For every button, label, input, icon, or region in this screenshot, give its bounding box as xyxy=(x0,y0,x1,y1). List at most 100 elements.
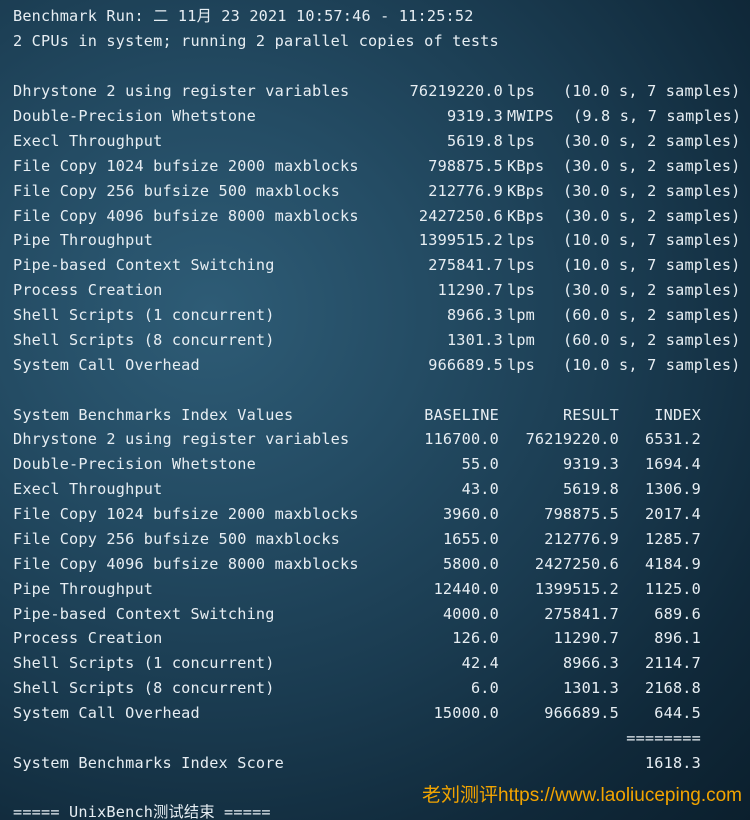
baseline-value: 126.0 xyxy=(452,629,499,647)
test-unit: lps xyxy=(507,256,536,274)
result-row: System Call Overhead 966689.5 lps (10.0 … xyxy=(13,353,740,377)
baseline-value: 42.4 xyxy=(461,654,499,672)
test-name: Shell Scripts (8 concurrent) xyxy=(13,331,275,349)
result-row: Dhrystone 2 using register variables 762… xyxy=(13,79,740,103)
index-score-label: System Benchmarks Index Score xyxy=(13,754,284,772)
index-test-name: Dhrystone 2 using register variables xyxy=(13,430,350,448)
test-detail: (60.0 s, 2 samples) xyxy=(563,306,741,324)
result-column-header: RESULT xyxy=(562,406,619,424)
index-row: Shell Scripts (1 concurrent) 42.4 8966.3… xyxy=(13,651,701,675)
index-test-name: Shell Scripts (1 concurrent) xyxy=(13,654,275,672)
baseline-value: 116700.0 xyxy=(424,430,499,448)
test-detail: (10.0 s, 7 samples) xyxy=(563,356,741,374)
index-row: System Call Overhead 15000.0 966689.5 64… xyxy=(13,701,701,725)
index-test-name: Pipe-based Context Switching xyxy=(13,605,275,623)
test-value: 212776.9 xyxy=(428,182,503,200)
result-value: 11290.7 xyxy=(553,629,619,647)
result-row: File Copy 256 bufsize 500 maxblocks 2127… xyxy=(13,179,740,203)
index-row: Shell Scripts (8 concurrent) 6.0 1301.3 … xyxy=(13,676,701,700)
baseline-value: 5800.0 xyxy=(442,555,499,573)
baseline-value: 15000.0 xyxy=(433,704,499,722)
test-value: 1301.3 xyxy=(446,331,503,349)
baseline-value: 6.0 xyxy=(470,679,499,697)
test-name: Shell Scripts (1 concurrent) xyxy=(13,306,275,324)
index-row: Double-Precision Whetstone 55.0 9319.3 1… xyxy=(13,452,701,476)
index-value: 1285.7 xyxy=(644,530,701,548)
index-value: 2168.8 xyxy=(644,679,701,697)
result-row: Shell Scripts (1 concurrent) 8966.3 lpm … xyxy=(13,303,740,327)
result-row: Pipe-based Context Switching 275841.7 lp… xyxy=(13,253,740,277)
index-row: Execl Throughput 43.0 5619.8 1306.9 xyxy=(13,477,701,501)
test-unit: KBps xyxy=(507,157,545,175)
test-value: 2427250.6 xyxy=(418,207,503,225)
test-unit: KBps xyxy=(507,182,545,200)
test-name: Pipe-based Context Switching xyxy=(13,256,275,274)
footer-line: ===== UnixBench测试结束 ===== xyxy=(13,803,271,820)
index-row: Pipe Throughput 12440.0 1399515.2 1125.0 xyxy=(13,577,701,601)
test-value: 11290.7 xyxy=(437,281,503,299)
result-value: 212776.9 xyxy=(544,530,619,548)
test-detail: (30.0 s, 2 samples) xyxy=(563,132,741,150)
index-row: File Copy 4096 bufsize 8000 maxblocks 58… xyxy=(13,552,701,576)
baseline-column-header: BASELINE xyxy=(424,406,499,424)
test-detail: (10.0 s, 7 samples) xyxy=(563,231,741,249)
result-value: 966689.5 xyxy=(544,704,619,722)
index-value: 2114.7 xyxy=(644,654,701,672)
baseline-value: 43.0 xyxy=(461,480,499,498)
benchmark-run-line: Benchmark Run: 二 11月 23 2021 10:57:46 - … xyxy=(13,7,474,25)
test-detail: (30.0 s, 2 samples) xyxy=(563,207,741,225)
index-row: File Copy 1024 bufsize 2000 maxblocks 39… xyxy=(13,502,701,526)
index-value: 1125.0 xyxy=(644,580,701,598)
test-name: Dhrystone 2 using register variables xyxy=(13,82,350,100)
baseline-value: 4000.0 xyxy=(442,605,499,623)
test-detail: (30.0 s, 2 samples) xyxy=(563,182,741,200)
result-value: 76219220.0 xyxy=(525,430,619,448)
result-row: Shell Scripts (8 concurrent) 1301.3 lpm … xyxy=(13,328,740,352)
baseline-value: 12440.0 xyxy=(433,580,499,598)
index-value: 1694.4 xyxy=(644,455,701,473)
index-value: 896.1 xyxy=(654,629,701,647)
result-row: File Copy 4096 bufsize 8000 maxblocks 24… xyxy=(13,204,740,228)
test-detail: (30.0 s, 2 samples) xyxy=(563,281,741,299)
result-value: 8966.3 xyxy=(562,654,619,672)
index-row: File Copy 256 bufsize 500 maxblocks 1655… xyxy=(13,527,701,551)
index-table-header: System Benchmarks Index Values BASELINE … xyxy=(13,403,701,427)
test-value: 9319.3 xyxy=(446,107,503,125)
index-value: 2017.4 xyxy=(644,505,701,523)
separator-row: ======== xyxy=(13,726,701,750)
terminal-output: Benchmark Run: 二 11月 23 2021 10:57:46 - … xyxy=(0,0,750,820)
test-unit: lpm xyxy=(507,331,536,349)
test-unit: lps xyxy=(507,231,536,249)
index-test-name: File Copy 1024 bufsize 2000 maxblocks xyxy=(13,505,359,523)
result-value: 275841.7 xyxy=(544,605,619,623)
result-value: 798875.5 xyxy=(544,505,619,523)
result-row: Pipe Throughput 1399515.2 lps (10.0 s, 7… xyxy=(13,228,740,252)
index-test-name: Shell Scripts (8 concurrent) xyxy=(13,679,275,697)
test-detail: (10.0 s, 7 samples) xyxy=(563,82,741,100)
index-separator: ======== xyxy=(626,729,701,747)
index-score-row: System Benchmarks Index Score 1618.3 xyxy=(13,751,701,775)
test-name: System Call Overhead xyxy=(13,356,200,374)
index-test-name: Execl Throughput xyxy=(13,480,163,498)
index-column-header: INDEX xyxy=(654,406,701,424)
index-row: Pipe-based Context Switching 4000.0 2758… xyxy=(13,602,701,626)
test-unit: lps xyxy=(507,281,536,299)
baseline-value: 3960.0 xyxy=(442,505,499,523)
baseline-value: 1655.0 xyxy=(442,530,499,548)
test-detail: (10.0 s, 7 samples) xyxy=(563,256,741,274)
result-row: Double-Precision Whetstone 9319.3 MWIPS … xyxy=(13,104,741,128)
index-value: 1306.9 xyxy=(644,480,701,498)
index-row: Process Creation 126.0 11290.7 896.1 xyxy=(13,626,701,650)
test-value: 966689.5 xyxy=(428,356,503,374)
test-value: 1399515.2 xyxy=(418,231,503,249)
test-detail: (60.0 s, 2 samples) xyxy=(563,331,741,349)
index-test-name: Process Creation xyxy=(13,629,163,647)
index-test-name: Pipe Throughput xyxy=(13,580,154,598)
result-value: 1301.3 xyxy=(562,679,619,697)
test-name: Double-Precision Whetstone xyxy=(13,107,256,125)
test-name: Process Creation xyxy=(13,281,163,299)
test-unit: KBps xyxy=(507,207,545,225)
test-value: 76219220.0 xyxy=(409,82,503,100)
index-row: Dhrystone 2 using register variables 116… xyxy=(13,427,701,451)
index-test-name: File Copy 4096 bufsize 8000 maxblocks xyxy=(13,555,359,573)
